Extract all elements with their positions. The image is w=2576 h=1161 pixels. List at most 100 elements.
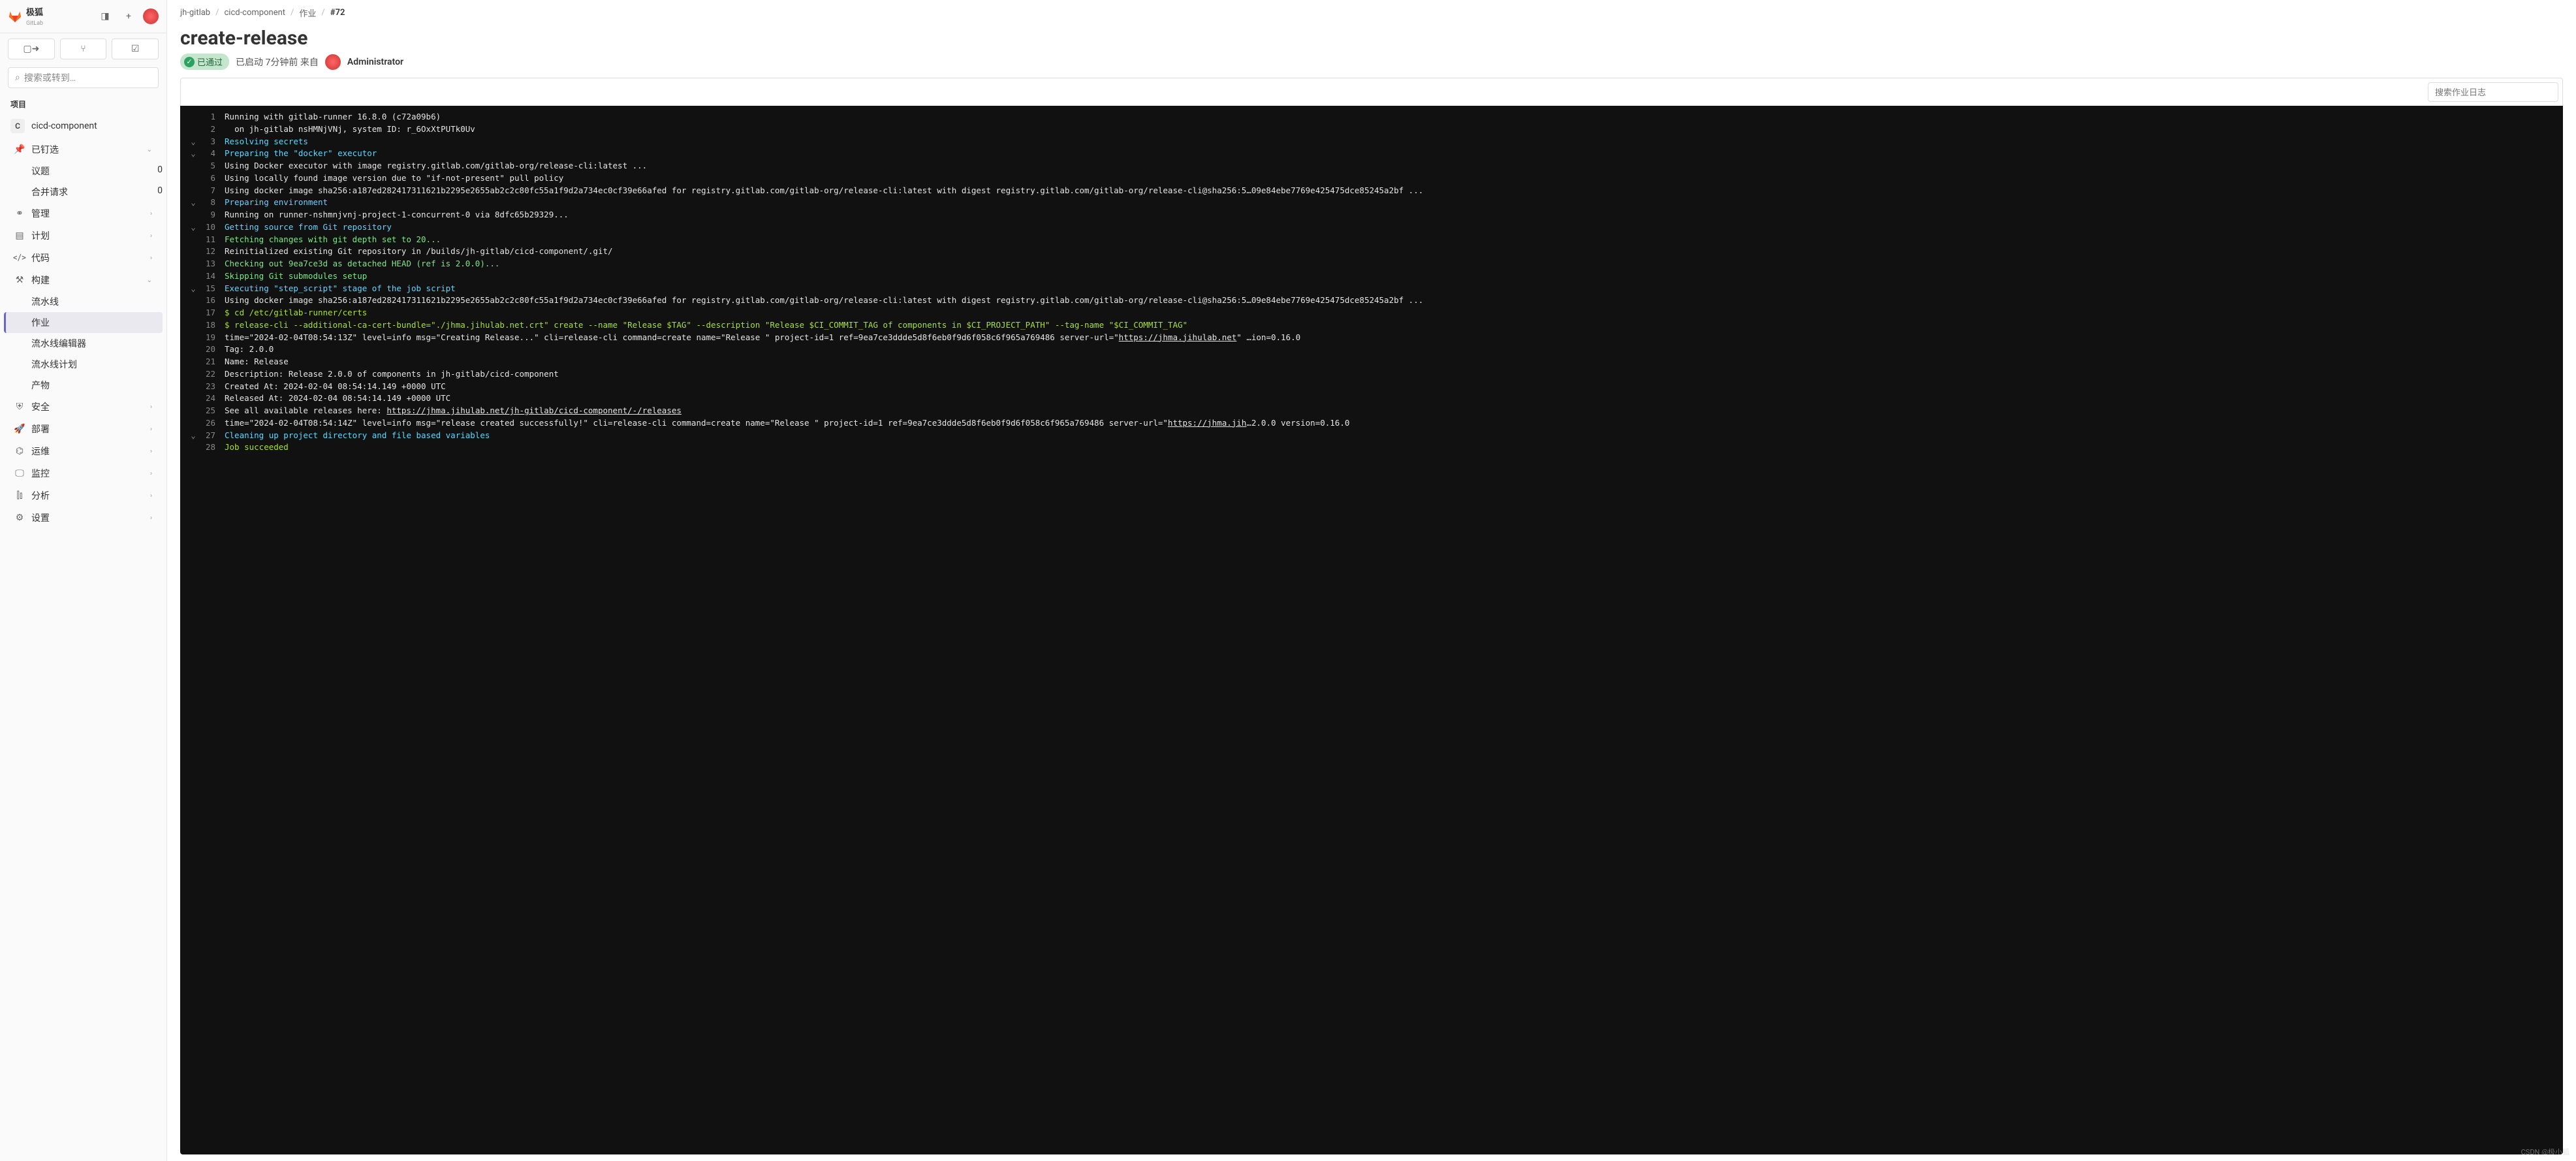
log-line: 28Job succeeded: [180, 441, 2563, 454]
log-text: Running with gitlab-runner 16.8.0 (c72a0…: [225, 111, 2558, 123]
nav-monitor[interactable]: 🖵监控›: [4, 462, 163, 485]
collapse-toggle[interactable]: ⌄: [185, 430, 201, 442]
breadcrumb-item[interactable]: 作业: [299, 7, 316, 19]
collapse-toggle: [185, 332, 201, 344]
status-badge: 已通过: [180, 54, 229, 70]
log-text: time="2024-02-04T08:54:14Z" level=info m…: [225, 417, 2558, 430]
nav-security[interactable]: ⛨安全›: [4, 396, 163, 418]
collapse-toggle[interactable]: ⌄: [185, 221, 201, 234]
chevron-right-icon: ›: [150, 515, 152, 522]
line-number: 11: [201, 234, 225, 246]
nav-mrs[interactable]: 合并请求 0: [4, 182, 163, 202]
nav-plan[interactable]: ▤计划›: [4, 225, 163, 247]
line-number: 9: [201, 209, 225, 221]
author-avatar[interactable]: [325, 54, 341, 70]
collapse-toggle: [185, 392, 201, 405]
line-number: 10: [201, 221, 225, 234]
chevron-right-icon: ›: [150, 492, 152, 500]
log-search-input[interactable]: [2428, 82, 2558, 102]
line-number: 2: [201, 123, 225, 136]
nav-build-schedules[interactable]: 流水线计划: [4, 354, 163, 375]
breadcrumb: jh-gitlab/ cicd-component/ 作业/ #72: [167, 0, 2576, 25]
logo[interactable]: 极狐GitLab: [8, 5, 91, 27]
pin-icon: 📌: [14, 144, 25, 155]
log-line: 22Description: Release 2.0.0 of componen…: [180, 368, 2563, 381]
collapse-toggle: [185, 307, 201, 319]
log-link[interactable]: https://jhma.jihulab.net: [1119, 332, 1237, 342]
collapse-toggle: [185, 356, 201, 368]
collapse-toggle: [185, 185, 201, 197]
chevron-down-icon: ⌄: [147, 277, 152, 284]
log-text: Getting source from Git repository: [225, 221, 2558, 234]
line-number: 15: [201, 283, 225, 295]
nav-manage[interactable]: ⚭管理›: [4, 202, 163, 225]
gitlab-fox-icon: [8, 9, 22, 24]
log-line: ⌄3Resolving secrets: [180, 136, 2563, 148]
sidebar-header: 极狐GitLab ◨ +: [0, 0, 166, 33]
log-text: See all available releases here: https:/…: [225, 405, 2558, 417]
log-line: 5Using Docker executor with image regist…: [180, 160, 2563, 172]
plus-icon[interactable]: +: [119, 7, 138, 25]
operate-icon: ⌬: [14, 446, 25, 456]
log-line: 7Using docker image sha256:a187ed2824173…: [180, 185, 2563, 197]
line-number: 28: [201, 441, 225, 454]
log-link[interactable]: https://jhma.jih: [1168, 418, 1246, 428]
line-number: 21: [201, 356, 225, 368]
nav-analytics[interactable]: ⫿⫾分析›: [4, 485, 163, 507]
log-line: 19time="2024-02-04T08:54:13Z" level=info…: [180, 332, 2563, 344]
user-avatar[interactable]: [143, 8, 159, 24]
collapse-toggle[interactable]: ⌄: [185, 197, 201, 209]
breadcrumb-item[interactable]: cicd-component: [224, 8, 285, 18]
nav-build-pipelines[interactable]: 流水线: [4, 291, 163, 312]
collapse-toggle: [185, 343, 201, 356]
action-merge-icon[interactable]: ⑂: [60, 39, 107, 59]
collapse-toggle[interactable]: ⌄: [185, 136, 201, 148]
rocket-icon: 🚀: [14, 424, 25, 434]
log-text: Using locally found image version due to…: [225, 172, 2558, 185]
panel-toggle-icon[interactable]: ◨: [96, 7, 114, 25]
nav-build-editor[interactable]: 流水线编辑器: [4, 333, 163, 354]
action-todo-icon[interactable]: ☑: [112, 39, 159, 59]
action-edit-icon[interactable]: ▢➜: [8, 39, 55, 59]
line-number: 23: [201, 381, 225, 393]
line-number: 26: [201, 417, 225, 430]
log-text: Cleaning up project directory and file b…: [225, 430, 2558, 442]
chart-icon: ⫿⫾: [14, 490, 25, 501]
gear-icon: ⚙: [14, 513, 25, 523]
log-text: Using Docker executor with image registr…: [225, 160, 2558, 172]
nav-operate[interactable]: ⌬运维›: [4, 440, 163, 462]
log-text: Job succeeded: [225, 441, 2558, 454]
nav-settings[interactable]: ⚙设置›: [4, 507, 163, 529]
chevron-right-icon: ›: [150, 232, 152, 240]
chevron-right-icon: ›: [150, 426, 152, 433]
log-line: 17$ cd /etc/gitlab-runner/certs: [180, 307, 2563, 319]
log-text: Released At: 2024-02-04 08:54:14.149 +00…: [225, 392, 2558, 405]
line-number: 12: [201, 246, 225, 258]
collapse-toggle: [185, 294, 201, 307]
collapse-toggle: [185, 258, 201, 270]
log-line: ⌄27Cleaning up project directory and fil…: [180, 430, 2563, 442]
log-link[interactable]: https://jhma.jihulab.net/jh-gitlab/cicd-…: [386, 406, 682, 415]
breadcrumb-item[interactable]: jh-gitlab: [180, 8, 210, 18]
log-text: on jh-gitlab nsHMNjVNj, system ID: r_6Ox…: [225, 123, 2558, 136]
collapse-toggle[interactable]: ⌄: [185, 283, 201, 295]
nav-deploy[interactable]: 🚀部署›: [4, 418, 163, 440]
collapse-toggle[interactable]: ⌄: [185, 148, 201, 160]
search-box[interactable]: ⌕ 搜索或转到…: [8, 67, 159, 88]
log-text: Reinitialized existing Git repository in…: [225, 246, 2558, 258]
log-line: 14Skipping Git submodules setup: [180, 270, 2563, 283]
chevron-right-icon: ›: [150, 404, 152, 411]
nav-build[interactable]: ⚒构建⌄: [4, 269, 163, 291]
nav-build-artifacts[interactable]: 产物: [4, 375, 163, 396]
nav-build-jobs[interactable]: 作业: [4, 312, 163, 333]
nav-pinned[interactable]: 📌已钉选⌄: [4, 138, 163, 161]
nav-code[interactable]: </>代码›: [4, 247, 163, 269]
nav-issues[interactable]: 议题 0: [4, 161, 163, 182]
author-name[interactable]: Administrator: [347, 57, 403, 67]
project-initial: C: [10, 119, 25, 133]
log-view[interactable]: 1Running with gitlab-runner 16.8.0 (c72a…: [180, 106, 2563, 1154]
project-item[interactable]: C cicd-component: [0, 114, 166, 138]
brand-name: 极狐: [26, 8, 43, 18]
log-text: Checking out 9ea7ce3d as detached HEAD (…: [225, 258, 2558, 270]
log-text: Skipping Git submodules setup: [225, 270, 2558, 283]
